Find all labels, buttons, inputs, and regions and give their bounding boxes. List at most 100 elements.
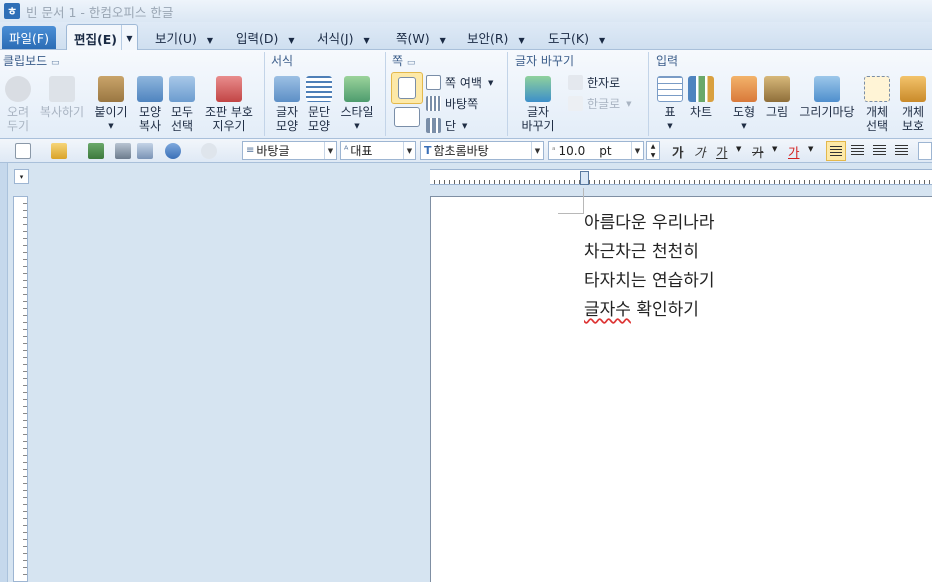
align-justify-button[interactable] xyxy=(826,141,846,161)
align-left-icon[interactable] xyxy=(851,145,864,156)
chevron-down-icon: ▼ xyxy=(741,122,747,130)
table-label: 표 xyxy=(664,105,676,119)
new-document-icon[interactable] xyxy=(15,143,31,159)
page-layout-icon xyxy=(394,107,420,127)
language-select-value: 대표 xyxy=(350,144,373,158)
insert-menu[interactable]: 입력(D) ▼ xyxy=(236,28,295,47)
print-preview-icon[interactable] xyxy=(137,143,153,159)
background-page-button[interactable]: 바탕쪽 xyxy=(426,95,478,112)
copy-button[interactable]: 복사하기 xyxy=(36,76,88,119)
document-body[interactable]: 아름다운 우리나라 차근차근 천천히 타자치는 연습하기 글자수 확인하기 xyxy=(584,209,715,325)
cut-label: 오려 두기 xyxy=(6,105,30,133)
open-folder-icon[interactable] xyxy=(51,143,67,159)
document-line[interactable]: 아름다운 우리나라 xyxy=(584,209,715,238)
chart-button[interactable]: 차트 xyxy=(686,76,716,119)
picture-button[interactable]: 그림 xyxy=(762,76,792,119)
style-select[interactable]: ≡ 바탕글 ▼ xyxy=(242,141,337,160)
shape-button[interactable]: 도형 ▼ xyxy=(728,76,760,133)
align-center-icon[interactable] xyxy=(873,145,886,156)
font-size-input[interactable]: ᵃ 10.0 pt ▼ xyxy=(548,141,644,160)
chevron-down-icon: ▼ xyxy=(324,142,336,159)
chevron-down-icon[interactable]: ▼ xyxy=(772,145,777,153)
para-shape-button[interactable]: 문단 모양 xyxy=(303,76,335,133)
format-toolbar: ≡ 바탕글 ▼ ᴬ 대표 ▼ T 함초롬바탕 ▼ ᵃ 10.0 pt ▼ ▲ ▼ 가 가 가… xyxy=(0,139,932,163)
document-line[interactable]: 타자치는 연습하기 xyxy=(584,267,715,296)
underline-button[interactable]: 가 xyxy=(716,142,728,161)
drawing-market-button[interactable]: 그리기마당 xyxy=(796,76,858,119)
font-select[interactable]: T 함초롬바탕 ▼ xyxy=(420,141,544,160)
document-line[interactable]: 차근차근 천천히 xyxy=(584,238,715,267)
align-right-icon[interactable] xyxy=(895,145,908,156)
page-setup-button[interactable] xyxy=(391,107,423,130)
spellcheck-word[interactable]: 글자수 xyxy=(584,300,631,320)
horizontal-ruler[interactable] xyxy=(430,169,932,185)
chevron-down-icon: ▼ xyxy=(439,36,446,45)
font-color-button[interactable]: 가 xyxy=(788,142,800,161)
font-size-value: 10.0 xyxy=(558,143,586,158)
char-shape-button[interactable]: 글자 모양 xyxy=(270,76,304,133)
scroll-edge xyxy=(0,163,8,582)
columns-button[interactable]: 단 ▼ xyxy=(426,117,467,134)
table-button[interactable]: 표 ▼ xyxy=(655,76,685,133)
clipboard-icon xyxy=(98,76,124,102)
format-copy-button[interactable]: 모양 복사 xyxy=(134,76,166,133)
chevron-down-icon[interactable]: ▼ xyxy=(736,145,741,153)
protect-object-button[interactable]: 개체 보호 xyxy=(896,76,930,133)
paste-button[interactable]: 붙이기 ▼ xyxy=(92,76,130,133)
redo-icon[interactable] xyxy=(201,143,217,159)
page-icon xyxy=(398,77,416,99)
char-convert-button[interactable]: 글자 바꾸기 xyxy=(516,76,560,133)
paragraph-icon xyxy=(306,76,332,102)
page-margin-button[interactable]: 쪽 여백 ▼ xyxy=(426,74,493,91)
ruler-toggle-button[interactable]: ▾ xyxy=(14,169,29,184)
clear-code-label: 조판 부호 지우기 xyxy=(205,105,253,133)
select-all-label: 모두 선택 xyxy=(170,105,194,133)
file-menu[interactable]: 파일(F) xyxy=(2,26,56,49)
document-workspace: ▾ xyxy=(0,163,932,582)
tools-menu[interactable]: 도구(K) ▼ xyxy=(548,28,605,47)
chevron-down-icon: ▼ xyxy=(667,122,673,130)
save-icon[interactable] xyxy=(88,143,104,159)
view-menu[interactable]: 보기(U) ▼ xyxy=(155,28,213,47)
scissors-icon xyxy=(5,76,31,102)
shape-icon xyxy=(731,76,757,102)
view-menu-label: 보기(U) xyxy=(155,31,197,46)
page-group-title: 쪽 ▭ xyxy=(392,54,416,68)
lock-icon xyxy=(900,76,926,102)
font-size-spinner[interactable]: ▲ ▼ xyxy=(646,141,660,160)
page-menu[interactable]: 쪽(W) ▼ xyxy=(396,28,446,47)
bold-button[interactable]: 가 xyxy=(672,142,684,161)
select-object-button[interactable]: 개체 선택 xyxy=(862,76,892,133)
page-margin-label: 쪽 여백 xyxy=(445,76,482,90)
erase-code-icon xyxy=(216,76,242,102)
italic-button[interactable]: 가 xyxy=(694,142,706,161)
document-line[interactable]: 글자수 확인하기 xyxy=(584,296,715,325)
select-all-button[interactable]: 모두 선택 xyxy=(166,76,198,133)
vertical-ruler[interactable] xyxy=(13,196,28,582)
to-hanja-button[interactable]: 한자로 xyxy=(568,74,620,91)
edit-menu-tab[interactable]: 편집(E) ▼ xyxy=(66,24,138,51)
chevron-down-icon[interactable]: ▼ xyxy=(121,25,137,51)
print-icon[interactable] xyxy=(115,143,131,159)
chevron-down-icon[interactable]: ▼ xyxy=(808,145,813,153)
columns-label: 단 xyxy=(445,119,457,133)
to-hangul-button[interactable]: 한글로 ▼ xyxy=(568,95,632,112)
chevron-down-icon: ▼ xyxy=(354,122,360,130)
select-all-icon xyxy=(169,76,195,102)
security-menu[interactable]: 보안(R) ▼ xyxy=(467,28,525,47)
page-view-button[interactable] xyxy=(391,72,423,104)
group-divider xyxy=(507,52,508,136)
paste-label: 붙이기 xyxy=(94,105,128,119)
group-divider xyxy=(648,52,649,136)
format-menu[interactable]: 서식(J) ▼ xyxy=(317,28,370,47)
style-button[interactable]: 스타일 ▼ xyxy=(337,76,377,133)
indent-marker[interactable] xyxy=(580,171,589,185)
undo-icon[interactable] xyxy=(165,143,181,159)
cut-button[interactable]: 오려 두기 xyxy=(3,76,33,133)
strikethrough-button[interactable]: 가 xyxy=(752,142,764,161)
background-page-icon xyxy=(426,96,441,111)
language-select[interactable]: ᴬ 대표 ▼ xyxy=(340,141,416,160)
tools-menu-label: 도구(K) xyxy=(548,31,589,46)
more-tools-icon[interactable] xyxy=(918,142,932,160)
clear-code-button[interactable]: 조판 부호 지우기 xyxy=(200,76,258,133)
